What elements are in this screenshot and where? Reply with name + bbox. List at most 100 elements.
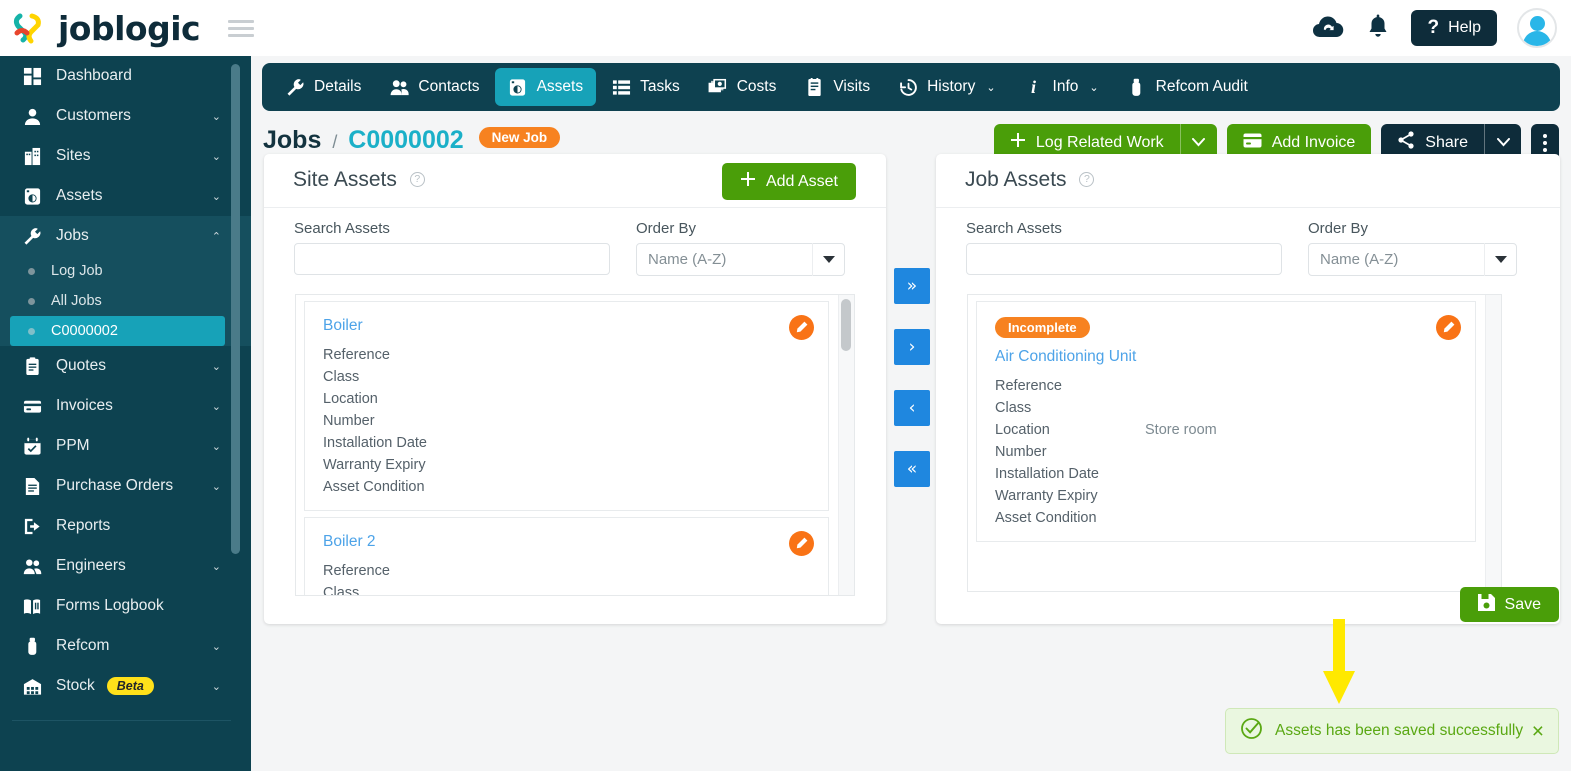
brand-logo[interactable]: joblogic xyxy=(0,8,201,48)
avatar[interactable] xyxy=(1517,8,1557,48)
tab-info[interactable]: i Info ⌄ xyxy=(1011,68,1112,106)
asset-attribute-key: Warranty Expiry xyxy=(995,488,1098,504)
chevron-down-icon[interactable]: ⌄ xyxy=(986,81,995,94)
help-tooltip-icon[interactable]: ? xyxy=(409,172,425,187)
asset-attribute-row: Class xyxy=(323,582,810,595)
hamburger-icon[interactable] xyxy=(228,16,255,41)
asset-attribute-key: Warranty Expiry xyxy=(323,457,426,473)
site-list-scrollbar-thumb[interactable] xyxy=(841,299,851,351)
asset-attribute-row: Location xyxy=(323,388,810,410)
annotation-arrow-icon xyxy=(1321,619,1357,704)
asset-card[interactable]: Incomplete Air Conditioning Unit Referen… xyxy=(976,301,1476,542)
sidebar-subitem-all-jobs[interactable]: All Jobs xyxy=(0,286,251,316)
tab-costs[interactable]: Costs xyxy=(695,68,790,106)
job-assets-title-text: Job Assets xyxy=(965,168,1067,191)
cloud-sync-icon[interactable] xyxy=(1311,15,1345,41)
sidebar-item-dashboard[interactable]: Dashboard xyxy=(0,56,251,96)
chevron-down-icon[interactable]: ⌄ xyxy=(212,640,221,653)
chevron-down-icon[interactable]: ⌄ xyxy=(212,680,221,693)
sidebar-item-customers[interactable]: Customers ⌄ xyxy=(0,96,251,136)
sidebar-item-engineers[interactable]: Engineers ⌄ xyxy=(0,546,251,586)
chevron-down-icon[interactable]: ⌄ xyxy=(212,480,221,493)
site-assets-filters: Search Assets Order By Name (A-Z) xyxy=(294,220,916,276)
sidebar-item-purchase-orders[interactable]: Purchase Orders ⌄ xyxy=(0,466,251,506)
sidebar-item-label: Refcom xyxy=(56,637,110,654)
sidebar-subitem-log-job[interactable]: Log Job xyxy=(0,256,251,286)
chevron-down-icon[interactable]: ⌄ xyxy=(212,150,221,163)
sidebar-item-label: Purchase Orders xyxy=(56,477,174,494)
breadcrumb-root[interactable]: Jobs xyxy=(263,126,321,154)
add-asset-button[interactable]: Add Asset xyxy=(721,163,856,200)
sidebar-item-invoices[interactable]: Invoices ⌄ xyxy=(0,386,251,426)
sidebar-item-sites[interactable]: Sites ⌄ xyxy=(0,136,251,176)
tab-details[interactable]: Details xyxy=(272,68,374,106)
move-all-right-button[interactable]: » xyxy=(894,268,930,304)
move-right-button[interactable]: › xyxy=(894,329,930,365)
move-left-button[interactable]: ‹ xyxy=(894,390,930,426)
help-button[interactable]: ? Help xyxy=(1411,10,1497,46)
sidebar-item-refcom[interactable]: Refcom ⌄ xyxy=(0,626,251,666)
sidebar-item-ppm[interactable]: PPM ⌄ xyxy=(0,426,251,466)
sidebar-item-forms-logbook[interactable]: Forms Logbook xyxy=(0,586,251,626)
chevron-down-icon[interactable]: ⌄ xyxy=(212,560,221,573)
save-button[interactable]: Save xyxy=(1459,587,1559,622)
asset-attribute-key: Location xyxy=(323,391,378,407)
job-order-value: Name (A-Z) xyxy=(1320,251,1399,268)
sidebar-item-jobs[interactable]: Jobs ⌃ xyxy=(0,216,251,256)
asset-attribute-key: Asset Condition xyxy=(323,479,425,495)
chevron-down-icon[interactable]: ⌄ xyxy=(212,400,221,413)
sidebar-item-label: Jobs xyxy=(56,227,89,244)
breadcrumb-job-code[interactable]: C0000002 xyxy=(348,126,463,154)
sidebar-item-label: Assets xyxy=(56,187,103,204)
edit-pencil-icon[interactable] xyxy=(789,531,814,556)
asset-card[interactable]: Boiler Reference Class Location Number I… xyxy=(304,301,829,511)
clipboard-icon xyxy=(22,356,42,376)
help-tooltip-icon[interactable]: ? xyxy=(1079,172,1095,187)
bell-icon[interactable] xyxy=(1365,14,1391,42)
user-icon xyxy=(22,106,42,126)
job-list-scrollbar-track[interactable] xyxy=(1485,295,1501,591)
sidebar: Dashboard Customers ⌄ Sites ⌄ Assets ⌄ J… xyxy=(0,56,251,771)
move-all-left-button[interactable]: « xyxy=(894,451,930,487)
bullet-icon xyxy=(28,267,35,275)
sidebar-item-stock[interactable]: Stock Beta ⌄ xyxy=(0,666,251,706)
cylinder-icon xyxy=(1127,77,1147,97)
chevron-down-icon[interactable]: ⌄ xyxy=(212,360,221,373)
sidebar-scrollbar-thumb[interactable] xyxy=(231,64,240,554)
tab-tasks[interactable]: Tasks xyxy=(598,68,693,106)
asset-name-link[interactable]: Boiler xyxy=(323,317,810,335)
chevron-down-icon[interactable]: ⌄ xyxy=(212,110,221,123)
edit-pencil-icon[interactable] xyxy=(1436,315,1461,340)
tab-history[interactable]: History ⌄ xyxy=(885,68,1008,106)
tab-assets[interactable]: Assets xyxy=(494,68,597,106)
tab-contacts[interactable]: Contacts xyxy=(376,68,492,106)
site-search-input[interactable] xyxy=(294,243,610,275)
sidebar-subitem-label: Log Job xyxy=(51,263,103,279)
edit-pencil-icon[interactable] xyxy=(789,315,814,340)
tab-refcom-audit[interactable]: Refcom Audit xyxy=(1114,68,1261,106)
tab-visits[interactable]: Visits xyxy=(791,68,883,106)
asset-attribute-row: Reference xyxy=(323,344,810,366)
chevron-down-icon[interactable]: ⌄ xyxy=(212,440,221,453)
sidebar-subitem-label: All Jobs xyxy=(51,293,102,309)
asset-attribute-row: Location Store room xyxy=(995,419,1457,441)
joblogic-logo-icon xyxy=(10,8,50,48)
sidebar-item-assets[interactable]: Assets ⌄ xyxy=(0,176,251,216)
job-search-input[interactable] xyxy=(966,243,1282,275)
asset-name-link[interactable]: Air Conditioning Unit xyxy=(995,348,1457,366)
site-list-scrollbar-track[interactable] xyxy=(838,295,854,595)
site-order-by: Order By Name (A-Z) xyxy=(636,220,845,276)
close-icon[interactable]: × xyxy=(1532,721,1544,742)
asset-name-link[interactable]: Boiler 2 xyxy=(323,533,810,551)
job-order-by: Order By Name (A-Z) xyxy=(1308,220,1517,276)
chevron-down-icon[interactable]: ⌄ xyxy=(1089,81,1098,94)
chevron-down-icon[interactable]: ⌄ xyxy=(212,190,221,203)
sidebar-item-reports[interactable]: Reports xyxy=(0,506,251,546)
site-order-select[interactable]: Name (A-Z) xyxy=(636,243,845,276)
asset-card[interactable]: Boiler 2 Reference Class xyxy=(304,517,829,595)
tab-label: Contacts xyxy=(418,78,480,95)
sidebar-item-quotes[interactable]: Quotes ⌄ xyxy=(0,346,251,386)
job-order-select[interactable]: Name (A-Z) xyxy=(1308,243,1517,276)
sidebar-subitem-c0000002[interactable]: C0000002 xyxy=(10,316,225,346)
chevron-up-icon[interactable]: ⌃ xyxy=(212,230,221,243)
